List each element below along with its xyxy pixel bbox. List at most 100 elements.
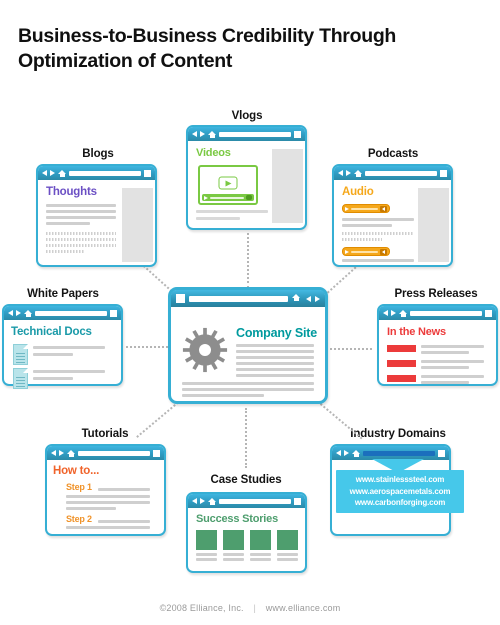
domain-url[interactable]: www.stainlesssteel.com	[341, 474, 459, 486]
back-icon[interactable]	[306, 295, 311, 302]
back-icon[interactable]	[338, 170, 343, 176]
play-button-icon[interactable]	[218, 176, 238, 190]
home-icon[interactable]	[208, 497, 216, 505]
back-icon[interactable]	[192, 498, 197, 504]
address-bar[interactable]	[219, 131, 291, 137]
volume-knob-icon[interactable]	[246, 195, 252, 200]
forward-icon[interactable]	[16, 310, 21, 316]
address-bar[interactable]	[35, 310, 107, 316]
audio-player[interactable]	[342, 204, 390, 213]
text-line	[223, 558, 244, 561]
text-line	[196, 217, 240, 220]
home-icon[interactable]	[67, 449, 75, 457]
text-line	[46, 210, 116, 213]
forward-icon[interactable]	[50, 170, 55, 176]
home-icon[interactable]	[24, 309, 32, 317]
progress-track[interactable]	[351, 250, 378, 253]
node-case-studies[interactable]: Success Stories	[186, 492, 307, 573]
text-line	[236, 350, 314, 353]
node-company-site[interactable]: Company Site	[168, 287, 328, 404]
text-line	[66, 501, 150, 504]
browser-titlebar	[4, 306, 121, 320]
back-icon[interactable]	[192, 131, 197, 137]
video-progress-bar[interactable]	[202, 194, 254, 201]
blogs-heading: Thoughts	[46, 186, 97, 198]
forward-icon[interactable]	[391, 310, 396, 316]
diagram-canvas: Business-to-Business Credibility Through…	[0, 0, 500, 625]
node-white-papers[interactable]: Technical Docs	[2, 304, 123, 389]
forward-icon[interactable]	[346, 170, 351, 176]
node-vlogs[interactable]: Videos	[186, 125, 307, 230]
domain-url[interactable]: www.carbonforging.com	[341, 497, 459, 509]
forward-icon[interactable]	[200, 131, 205, 137]
window-button-icon[interactable]	[176, 294, 185, 303]
video-player[interactable]	[198, 165, 258, 205]
forward-icon[interactable]	[344, 450, 349, 456]
play-icon[interactable]	[345, 206, 349, 211]
node-blogs[interactable]: Thoughts	[36, 164, 157, 267]
address-bar[interactable]	[189, 295, 288, 302]
audio-player[interactable]	[342, 247, 390, 256]
window-button-icon[interactable]	[440, 169, 447, 177]
home-icon[interactable]	[354, 169, 362, 177]
address-bar[interactable]	[363, 450, 435, 456]
podcasts-heading: Audio	[342, 186, 374, 198]
home-icon[interactable]	[399, 309, 407, 317]
back-icon[interactable]	[336, 450, 341, 456]
back-icon[interactable]	[8, 310, 13, 316]
address-bar[interactable]	[219, 498, 291, 504]
text-line	[196, 210, 268, 213]
volume-knob-icon[interactable]	[380, 205, 387, 212]
footer: ©2008 Elliance, Inc. | www.elliance.com	[0, 603, 500, 613]
home-icon[interactable]	[292, 294, 302, 303]
window-button-icon[interactable]	[485, 309, 492, 317]
node-press-releases[interactable]: In the News	[377, 304, 498, 386]
browser-titlebar	[171, 290, 325, 307]
address-bar[interactable]	[78, 450, 150, 456]
window-button-icon[interactable]	[438, 449, 445, 457]
text-line	[277, 558, 298, 561]
forward-icon[interactable]	[59, 450, 64, 456]
home-icon[interactable]	[58, 169, 66, 177]
domain-url[interactable]: www.aerospacemetals.com	[341, 486, 459, 498]
forward-icon[interactable]	[315, 295, 320, 302]
window-button-icon[interactable]	[294, 497, 301, 505]
text-line	[46, 222, 90, 225]
address-bar[interactable]	[410, 310, 482, 316]
text-line-dotted	[342, 232, 414, 235]
play-icon[interactable]	[204, 195, 208, 200]
window-button-icon[interactable]	[144, 169, 151, 177]
text-line	[250, 553, 271, 556]
footer-url[interactable]: www.elliance.com	[266, 603, 341, 613]
window-button-icon[interactable]	[153, 449, 160, 457]
address-bar[interactable]	[365, 170, 437, 176]
volume-knob-icon[interactable]	[380, 248, 387, 255]
node-tutorials[interactable]: How to... Step 1 Step 2	[45, 444, 166, 536]
text-line	[66, 507, 116, 510]
back-icon[interactable]	[42, 170, 47, 176]
address-bar[interactable]	[69, 170, 141, 176]
window-button-icon[interactable]	[110, 309, 117, 317]
browser-titlebar	[379, 306, 496, 320]
page-title-line-2: Optimization of Content	[18, 50, 233, 72]
news-thumbnail	[387, 360, 416, 367]
text-line	[33, 346, 105, 349]
home-icon[interactable]	[208, 130, 216, 138]
text-line	[33, 353, 73, 356]
back-icon[interactable]	[51, 450, 56, 456]
text-line	[182, 388, 314, 391]
node-podcasts[interactable]: Audio	[332, 164, 453, 267]
text-line	[421, 360, 484, 363]
progress-track[interactable]	[210, 196, 244, 199]
forward-icon[interactable]	[200, 498, 205, 504]
sidebar-panel	[418, 188, 449, 262]
play-icon[interactable]	[345, 249, 349, 254]
back-icon[interactable]	[383, 310, 388, 316]
text-line	[342, 259, 414, 262]
tutorials-heading: How to...	[53, 465, 100, 477]
progress-track[interactable]	[351, 207, 378, 210]
home-icon[interactable]	[352, 449, 360, 457]
text-line	[342, 218, 414, 221]
gear-icon	[182, 327, 228, 373]
window-button-icon[interactable]	[294, 130, 301, 138]
